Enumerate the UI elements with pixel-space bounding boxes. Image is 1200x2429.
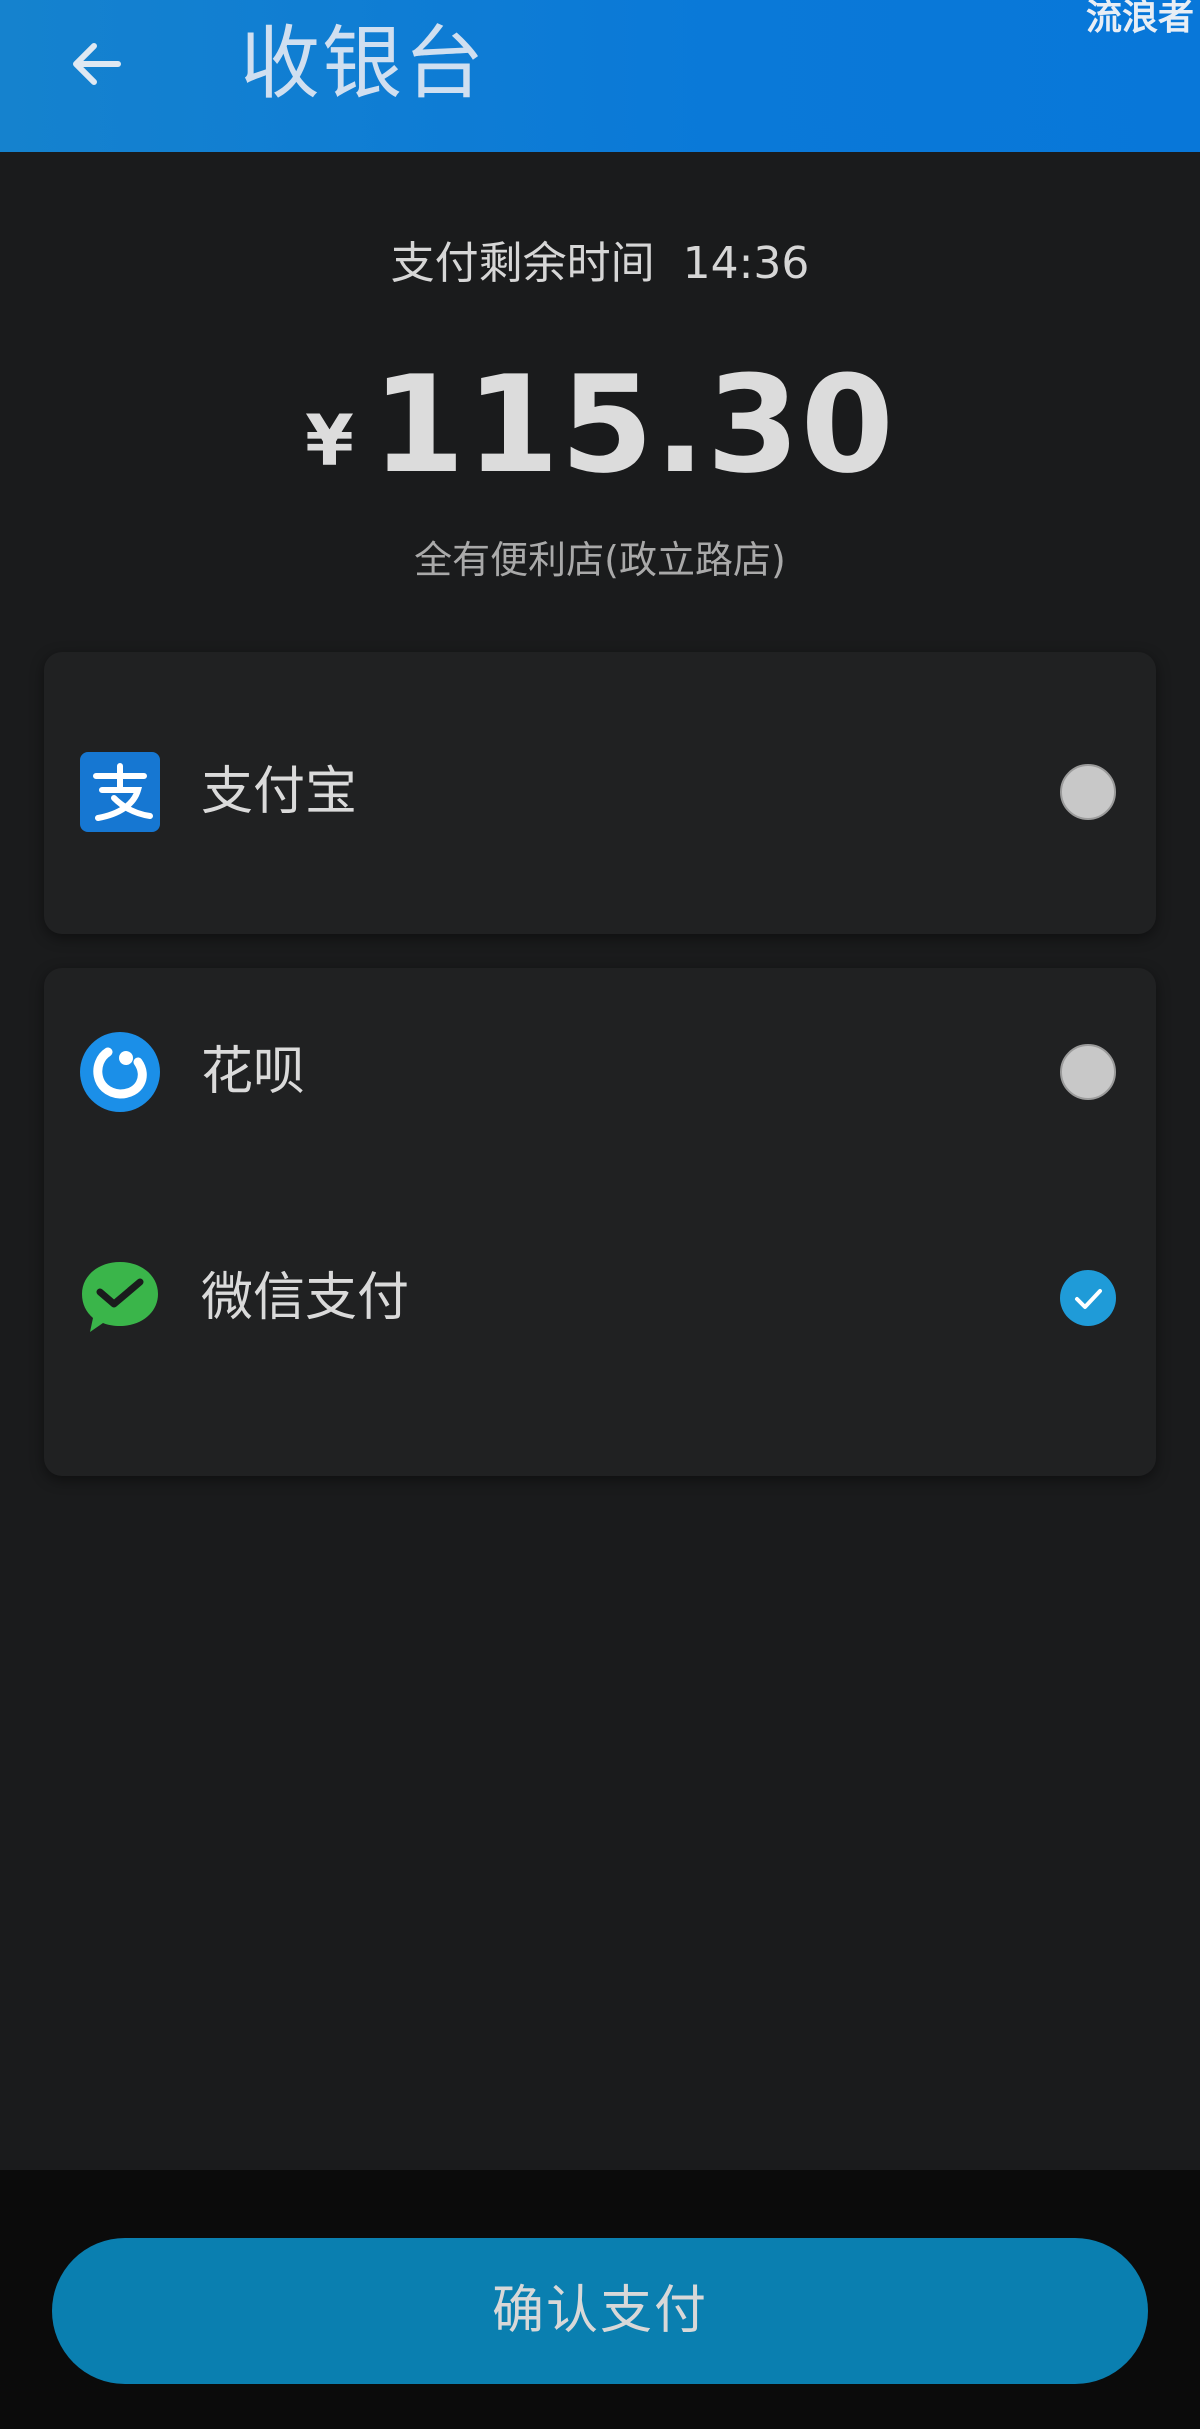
huabei-radio[interactable] [1060,1044,1116,1100]
wechat-pay-icon [82,1262,158,1332]
merchant-name: 全有便利店(政立路店) [414,538,786,582]
payment-method-wechat[interactable]: 微信支付 [44,1238,1156,1358]
back-button[interactable] [48,16,144,112]
back-arrow-icon [73,43,121,85]
alipay-icon [80,752,160,832]
payment-method-label: 微信支付 [201,1268,410,1328]
bottom-bar: 确认支付 [0,2170,1200,2429]
timer-value: 14:36 [682,238,810,289]
timer-label: 支付剩余时间 [390,238,655,289]
payment-method-label: 支付宝 [201,762,358,822]
payment-method-alipay[interactable]: 支付宝 [44,732,1156,852]
payment-card-alipay: 支付宝 [44,652,1156,934]
huabei-icon [80,1032,160,1112]
payment-timer: 支付剩余时间 14:36 [0,232,1200,296]
wechat-radio[interactable] [1060,1270,1116,1326]
app-header: 收银台 流浪者 [0,0,1200,152]
watermark: 流浪者 [1085,0,1194,38]
checkmark-icon [1075,1289,1102,1309]
payment-method-huabei[interactable]: 花呗 [44,1012,1156,1132]
payment-amount: ¥115.30 [0,345,1200,546]
payment-card-other: 花呗 微信支付 [44,968,1156,1476]
page-title: 收银台 [240,17,486,110]
payment-method-label: 花呗 [201,1042,306,1102]
amount-value: 115.30 [371,347,895,503]
currency-symbol: ¥ [305,400,354,482]
alipay-radio[interactable] [1060,764,1116,820]
confirm-payment-button[interactable]: 确认支付 [52,2238,1148,2384]
